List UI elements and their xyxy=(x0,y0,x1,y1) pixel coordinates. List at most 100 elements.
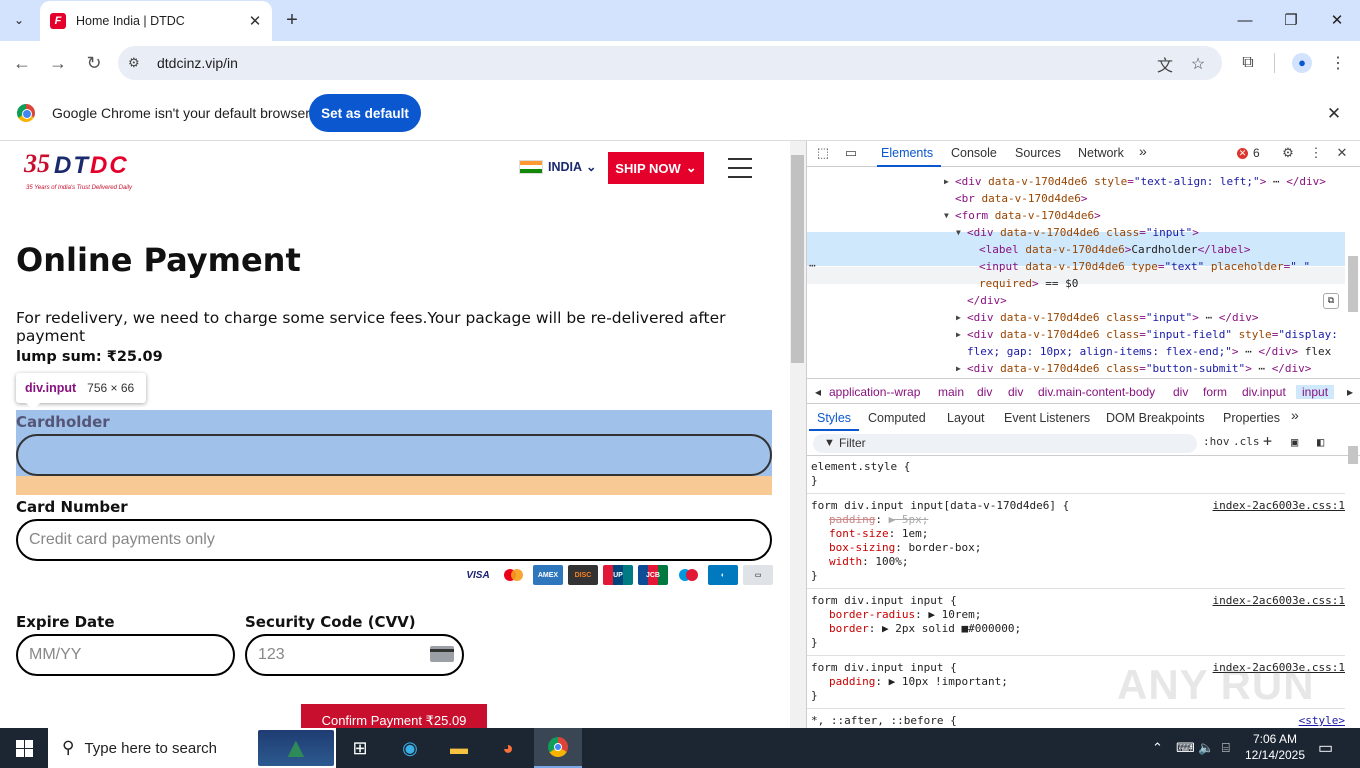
devtools-menu-icon[interactable]: ⋮ xyxy=(1308,145,1324,161)
dom-node-line[interactable]: <br data-v-170d4de6> xyxy=(955,190,1087,207)
notification-icon[interactable]: ▭ xyxy=(1318,738,1333,758)
devtools-close-icon[interactable]: ✕ xyxy=(1334,145,1350,161)
firefox-icon[interactable]: ◕ xyxy=(484,728,532,768)
tab-dom-breakpoints[interactable]: DOM Breakpoints xyxy=(1106,411,1205,425)
dom-node-line[interactable]: required> == $0 xyxy=(979,275,1078,292)
breadcrumb-item[interactable]: div xyxy=(1008,385,1023,399)
reload-button[interactable]: ↻ xyxy=(80,49,108,77)
dom-node-line[interactable]: ▶ <div data-v-170d4de6 class="input"> ⋯ … xyxy=(956,309,1258,326)
breadcrumb-item[interactable]: div xyxy=(1173,385,1188,399)
expand-triangle-icon[interactable]: ▼ xyxy=(944,207,949,224)
file-explorer-icon[interactable]: ▬ xyxy=(435,728,483,768)
css-rule[interactable]: form div.input input[data-v-170d4de6] {i… xyxy=(807,499,1345,589)
tab-layout[interactable]: Layout xyxy=(947,411,985,425)
dom-node-line[interactable]: <label data-v-170d4de6>Cardholder</label… xyxy=(979,241,1251,258)
css-source-link[interactable]: index-2ac6003e.css:1 xyxy=(1213,594,1345,608)
minimize-button[interactable]: — xyxy=(1222,0,1268,40)
dom-tree[interactable]: ▶ <div data-v-170d4de6 style="text-align… xyxy=(807,168,1360,378)
bookmark-star-icon[interactable]: ☆ xyxy=(1188,54,1208,74)
tab-search-button[interactable]: ⌄ xyxy=(6,8,32,32)
dom-node-line[interactable]: </div> xyxy=(967,292,1007,309)
breadcrumb-next-icon[interactable]: ▸ xyxy=(1347,385,1353,399)
css-source-link[interactable]: index-2ac6003e.css:1 xyxy=(1213,499,1345,513)
css-declaration[interactable]: box-sizing: border-box; xyxy=(829,541,981,555)
profile-icon[interactable]: ● xyxy=(1290,51,1314,75)
breadcrumb-item-selected[interactable]: input xyxy=(1296,385,1335,399)
translate-icon[interactable]: 文 xyxy=(1155,54,1175,75)
dom-node-line[interactable]: ▼ <div data-v-170d4de6 class="input"> xyxy=(956,224,1199,241)
ship-now-button[interactable]: SHIP NOW ⌄ xyxy=(608,152,704,184)
breadcrumb-item[interactable]: div.input xyxy=(1242,385,1286,399)
task-view-icon[interactable]: ⊞ xyxy=(336,728,384,768)
dom-node-line[interactable]: <input data-v-170d4de6 type="text" place… xyxy=(979,258,1310,275)
maximize-button[interactable]: ❐ xyxy=(1268,0,1314,40)
expand-triangle-icon[interactable]: ▶ xyxy=(944,173,949,190)
start-button[interactable] xyxy=(0,728,48,768)
taskbar-clock[interactable]: 7:06 AM 12/14/2025 xyxy=(1244,731,1306,763)
tab-console[interactable]: Console xyxy=(951,146,997,160)
dom-node-line[interactable]: ▶ <div data-v-170d4de6 class="button-sub… xyxy=(956,360,1311,377)
dom-scrollbar[interactable] xyxy=(1345,168,1360,378)
more-tabs-icon[interactable]: » xyxy=(1139,143,1147,159)
breadcrumb-item[interactable]: div xyxy=(977,385,992,399)
card-number-input[interactable]: Credit card payments only xyxy=(16,519,772,561)
forward-button[interactable]: → xyxy=(44,49,72,77)
page-scrollbar[interactable] xyxy=(790,141,806,728)
breadcrumb-item[interactable]: form xyxy=(1203,385,1227,399)
css-declaration[interactable]: width: 100%; xyxy=(829,555,909,569)
infobar-close-icon[interactable]: ✕ xyxy=(1324,104,1344,124)
css-declaration[interactable]: padding: ▶ 10px !important; xyxy=(829,675,1008,689)
breadcrumb-prev-icon[interactable]: ◂ xyxy=(815,385,821,399)
tab-event-listeners[interactable]: Event Listeners xyxy=(1004,411,1090,425)
confirm-payment-button[interactable]: Confirm Payment ₹25.09 xyxy=(301,704,487,728)
dom-node-line[interactable]: ▼ <form data-v-170d4de6> xyxy=(944,207,1101,224)
site-info-icon[interactable]: ⚙ xyxy=(128,55,144,71)
tab-close-icon[interactable]: ✕ xyxy=(244,10,266,32)
browser-tab[interactable]: F Home India | DTDC ✕ xyxy=(40,1,272,41)
address-bar[interactable]: ⚙ dtdcinz.vip/in 文 ☆ xyxy=(118,46,1222,80)
error-badge[interactable]: ✕ 6 xyxy=(1237,146,1260,160)
language-icon[interactable]: ⌸ xyxy=(1222,740,1230,756)
tab-properties[interactable]: Properties xyxy=(1223,411,1280,425)
scroll-into-view-icon[interactable]: ⧉ xyxy=(1323,293,1339,309)
new-style-rule-icon[interactable]: + xyxy=(1263,432,1272,450)
tray-chevron-icon[interactable]: ⌃ xyxy=(1152,740,1163,756)
expand-triangle-icon[interactable]: ▶ xyxy=(956,360,961,377)
tab-elements[interactable]: Elements xyxy=(881,146,933,160)
country-selector[interactable]: INDIA ⌄ xyxy=(519,159,597,174)
window-close-button[interactable]: ✕ xyxy=(1314,0,1360,40)
css-declaration[interactable]: font-size: 1em; xyxy=(829,527,928,541)
volume-icon[interactable]: 🔈 xyxy=(1198,740,1214,756)
tab-network[interactable]: Network xyxy=(1078,146,1124,160)
dtdc-logo[interactable]: 35 DTDC 35 Years of India's Trust Delive… xyxy=(24,149,158,191)
breadcrumb-item[interactable]: div.main-content-body xyxy=(1038,385,1155,399)
tab-styles[interactable]: Styles xyxy=(817,411,851,425)
device-toolbar-icon[interactable]: ▭ xyxy=(843,145,859,161)
inspect-element-icon[interactable]: ⬚ xyxy=(815,145,831,161)
dom-node-line[interactable]: ▶ <div data-v-170d4de6 class="input-fiel… xyxy=(956,326,1338,343)
extensions-icon[interactable]: ⧉ xyxy=(1236,51,1260,75)
css-rule[interactable]: element.style {} xyxy=(807,460,1345,494)
network-icon[interactable]: ⌨ xyxy=(1176,740,1195,756)
dom-node-line[interactable]: ▶ <div data-v-170d4de6 style="text-align… xyxy=(944,173,1326,190)
settings-gear-icon[interactable]: ⚙ xyxy=(1280,145,1296,161)
expand-triangle-icon[interactable]: ▼ xyxy=(956,224,961,241)
menu-kebab-icon[interactable]: ⋮ xyxy=(1326,51,1350,75)
hamburger-menu-icon[interactable] xyxy=(728,158,752,178)
new-tab-button[interactable]: + xyxy=(280,8,304,32)
toggle-sidebar-icon[interactable]: ◧ xyxy=(1317,435,1324,449)
css-rule[interactable]: form div.input input {index-2ac6003e.css… xyxy=(807,594,1345,656)
styles-filter-input[interactable]: ▼ Filter xyxy=(813,434,1197,453)
cardholder-input[interactable] xyxy=(16,434,772,476)
tab-computed[interactable]: Computed xyxy=(868,411,926,425)
back-button[interactable]: ← xyxy=(8,49,36,77)
expand-triangle-icon[interactable]: ▶ xyxy=(956,309,961,326)
dom-node-line[interactable]: flex; gap: 10px; align-items: flex-end;"… xyxy=(967,343,1331,360)
rendering-emulation-icon[interactable]: ▣ xyxy=(1291,435,1298,449)
taskbar-search[interactable]: ⚲ Type here to search xyxy=(48,728,336,768)
css-declaration[interactable]: border: ▶ 2px solid ■#000000; xyxy=(829,622,1021,636)
edge-icon[interactable]: ◉ xyxy=(386,728,434,768)
expand-triangle-icon[interactable]: ▶ xyxy=(956,326,961,343)
styles-scrollbar[interactable] xyxy=(1345,432,1360,728)
css-declaration[interactable]: padding: ▶ 5px; xyxy=(829,513,928,527)
